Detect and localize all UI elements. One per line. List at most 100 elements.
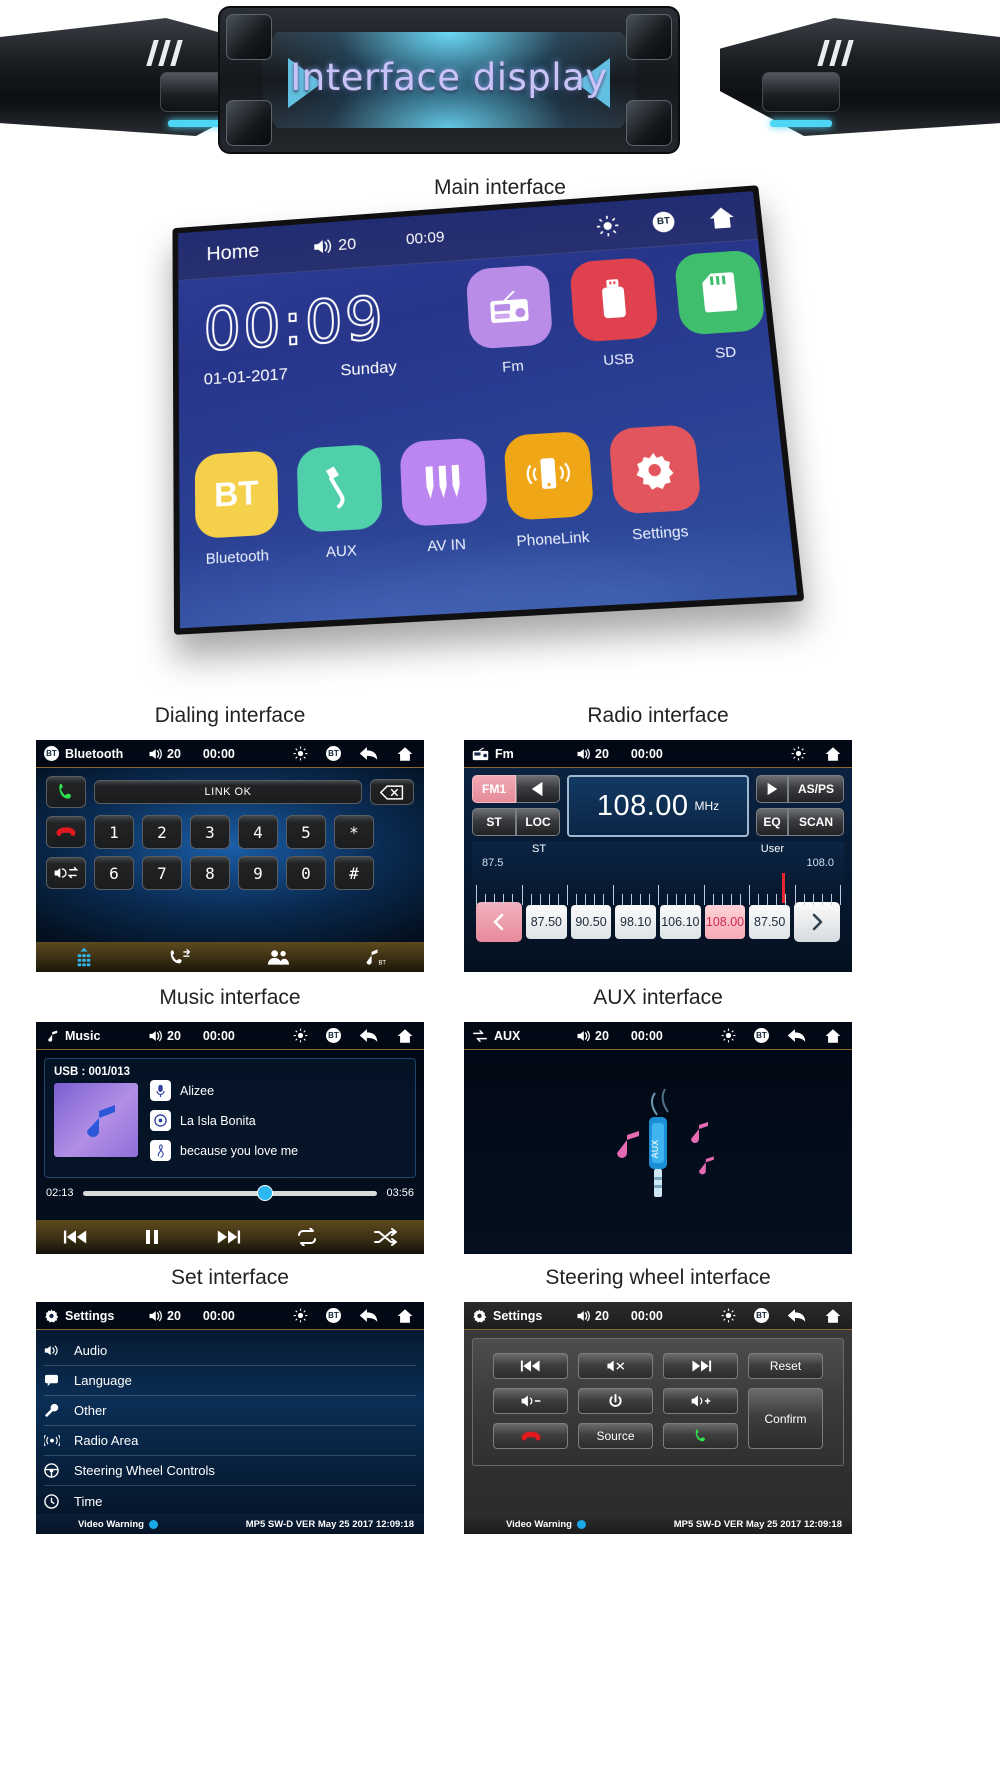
settings-item-language[interactable]: Language — [44, 1366, 416, 1396]
app-aux[interactable]: AUX — [297, 444, 385, 563]
music-volume[interactable]: 20 — [148, 1029, 181, 1043]
radio-prev-preset-button[interactable] — [476, 902, 522, 942]
settings-volume[interactable]: 20 — [148, 1309, 181, 1323]
home-icon[interactable] — [396, 1308, 414, 1324]
home-icon[interactable] — [707, 204, 737, 230]
call-end-button[interactable] — [46, 816, 86, 848]
bt-icon[interactable]: BT — [754, 1308, 769, 1323]
app-settings[interactable]: Settings — [608, 424, 705, 544]
bt-icon[interactable]: BT — [326, 1308, 341, 1323]
settings-item-time[interactable]: Time — [44, 1486, 416, 1516]
radio-asps-button[interactable]: AS/PS — [788, 775, 844, 803]
brightness-icon[interactable] — [293, 1028, 308, 1043]
dialpad-key[interactable]: 9 — [238, 856, 278, 890]
settings-item-steering-wheel-controls[interactable]: Steering Wheel Controls — [44, 1456, 416, 1486]
home-icon[interactable] — [824, 746, 842, 762]
bt-icon[interactable]: BT — [326, 746, 341, 761]
settings-item-radio-area[interactable]: Radio Area — [44, 1426, 416, 1456]
steering-call-end-button[interactable] — [493, 1423, 568, 1449]
call-answer-button[interactable] — [46, 776, 86, 808]
dialpad-key[interactable]: 6 — [94, 856, 134, 890]
dialpad-key[interactable]: 7 — [142, 856, 182, 890]
brightness-icon[interactable] — [721, 1308, 736, 1323]
app-bluetooth[interactable]: BT Bluetooth — [195, 450, 280, 568]
home-icon[interactable] — [824, 1308, 842, 1324]
dialpad-key[interactable]: 2 — [142, 815, 182, 849]
steering-next-button[interactable] — [663, 1353, 738, 1379]
main-home-label[interactable]: Home — [206, 240, 259, 266]
app-usb[interactable]: USB — [569, 257, 662, 371]
back-arrow-icon[interactable] — [787, 1028, 806, 1043]
app-av-in[interactable]: AV IN — [399, 437, 489, 556]
steering-mute-button[interactable] — [578, 1353, 653, 1379]
app-fm[interactable]: Fm — [466, 264, 556, 378]
back-arrow-icon[interactable] — [359, 746, 378, 761]
radio-preset-active[interactable]: 108.00 — [705, 905, 746, 939]
next-track-icon[interactable] — [215, 1228, 241, 1246]
dialpad-key[interactable]: 0 — [286, 856, 326, 890]
main-volume[interactable]: 20 — [312, 234, 356, 256]
steering-reset-button[interactable]: Reset — [748, 1353, 823, 1379]
radio-frequency-scale[interactable]: ST User 87.5 108.0 — [472, 842, 844, 898]
radio-preset[interactable]: 90.50 — [571, 905, 612, 939]
radio-preset[interactable]: 87.50 — [749, 905, 790, 939]
dialpad-key[interactable]: 1 — [94, 815, 134, 849]
radio-play-button[interactable] — [756, 775, 788, 803]
steering-volume-up-button[interactable] — [663, 1388, 738, 1414]
steering-source-button[interactable]: Source — [578, 1423, 653, 1449]
steering-volume-down-button[interactable] — [493, 1388, 568, 1414]
dialing-volume[interactable]: 20 — [148, 747, 181, 761]
radio-preset[interactable]: 87.50 — [526, 905, 567, 939]
dialing-number-field[interactable]: LINK OK — [94, 780, 362, 804]
dialpad-key[interactable]: 4 — [238, 815, 278, 849]
music-progress-knob[interactable] — [257, 1185, 273, 1201]
radio-eq-button[interactable]: EQ — [756, 808, 788, 836]
bt-icon[interactable]: BT — [326, 1028, 341, 1043]
back-arrow-icon[interactable] — [359, 1028, 378, 1043]
steering-confirm-button[interactable]: Confirm — [748, 1388, 823, 1449]
radio-st-button[interactable]: ST — [472, 808, 516, 836]
brightness-icon[interactable] — [293, 746, 308, 761]
radio-loc-button[interactable]: LOC — [516, 808, 560, 836]
dialpad-key[interactable]: 5 — [286, 815, 326, 849]
radio-preset[interactable]: 106.10 — [660, 905, 701, 939]
repeat-icon[interactable] — [295, 1228, 319, 1246]
backspace-button[interactable] — [370, 779, 414, 805]
radio-next-preset-button[interactable] — [794, 902, 840, 942]
steering-prev-button[interactable] — [493, 1353, 568, 1379]
steering-call-answer-button[interactable] — [663, 1423, 738, 1449]
music-progress-slider[interactable] — [83, 1191, 378, 1196]
brightness-icon[interactable] — [293, 1308, 308, 1323]
home-icon[interactable] — [396, 746, 414, 762]
app-sd[interactable]: SD — [674, 249, 770, 364]
back-arrow-icon[interactable] — [787, 1308, 806, 1323]
radio-prev-button[interactable] — [516, 775, 560, 803]
aux-volume[interactable]: 20 — [576, 1029, 609, 1043]
radio-scan-button[interactable]: SCAN — [788, 808, 844, 836]
audio-transfer-button[interactable] — [46, 857, 86, 889]
contacts-icon[interactable] — [267, 948, 289, 966]
settings-item-audio[interactable]: Audio — [44, 1336, 416, 1366]
pause-icon[interactable] — [143, 1228, 161, 1246]
steering-volume[interactable]: 20 — [576, 1309, 609, 1323]
bt-music-icon[interactable]: BT — [364, 947, 386, 967]
dialpad-key[interactable]: 8 — [190, 856, 230, 890]
app-phonelink[interactable]: PhoneLink — [503, 431, 596, 551]
settings-item-other[interactable]: Other — [44, 1396, 416, 1426]
radio-volume[interactable]: 20 — [576, 747, 609, 761]
dialpad-key[interactable]: # — [334, 856, 374, 890]
brightness-icon[interactable] — [721, 1028, 736, 1043]
home-icon[interactable] — [824, 1028, 842, 1044]
back-arrow-icon[interactable] — [359, 1308, 378, 1323]
dialpad-key[interactable]: * — [334, 815, 374, 849]
bt-icon[interactable]: BT — [652, 211, 676, 233]
radio-band-button[interactable]: FM1 — [472, 775, 516, 803]
brightness-icon[interactable] — [595, 214, 620, 238]
prev-track-icon[interactable] — [63, 1228, 89, 1246]
steering-power-button[interactable] — [578, 1388, 653, 1414]
dialpad-icon[interactable] — [74, 947, 94, 967]
home-icon[interactable] — [396, 1028, 414, 1044]
radio-preset[interactable]: 98.10 — [615, 905, 656, 939]
bt-icon[interactable]: BT — [754, 1028, 769, 1043]
call-log-icon[interactable] — [169, 948, 191, 966]
